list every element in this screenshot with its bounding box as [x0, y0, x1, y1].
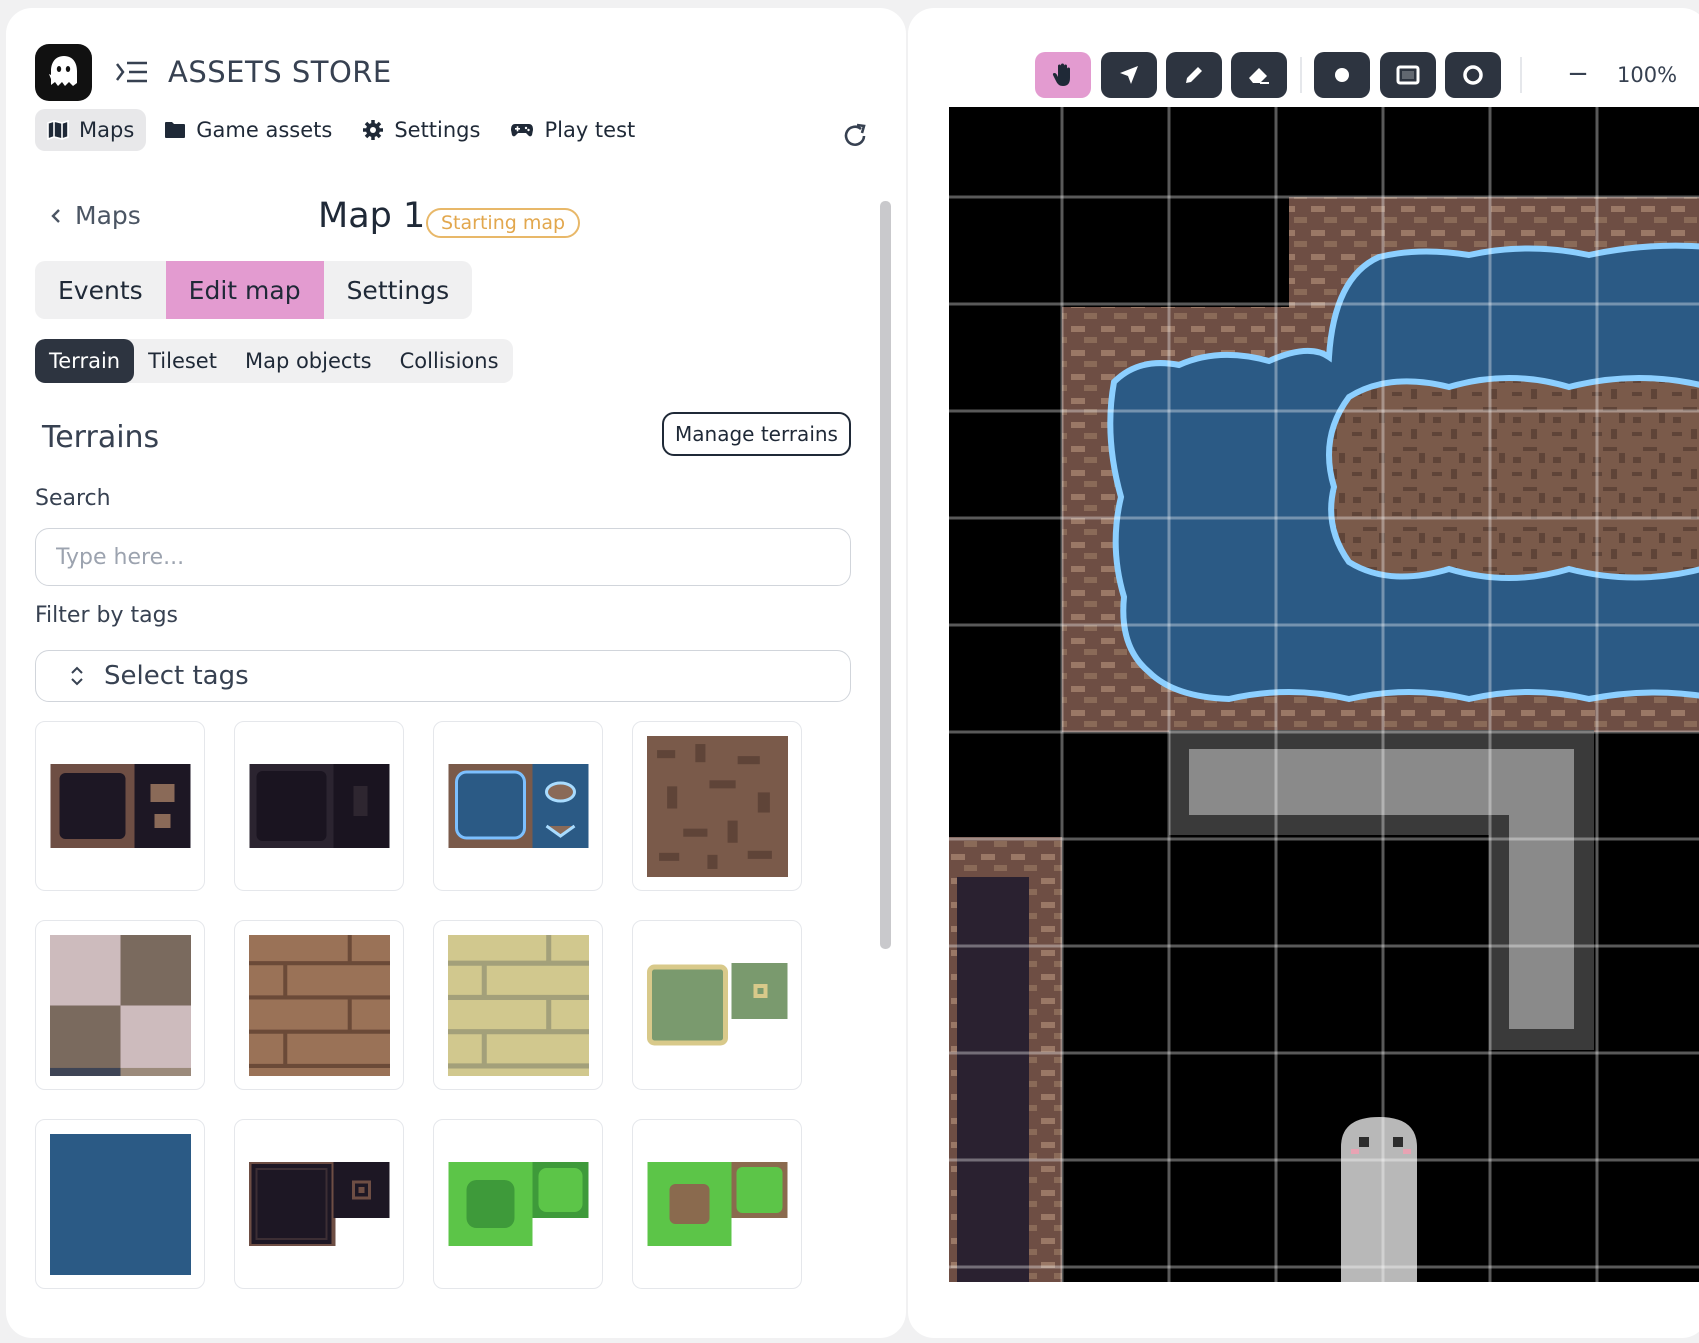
eraser-icon — [1249, 68, 1269, 84]
terrain-tile[interactable] — [35, 920, 205, 1090]
scrollbar-thumb[interactable] — [880, 201, 891, 949]
map-editor-panel: − 100% — [908, 8, 1699, 1338]
pencil-tool-button[interactable] — [1166, 52, 1222, 98]
chevron-left-icon — [51, 208, 60, 223]
ghost-character-icon — [1341, 1117, 1417, 1282]
pencil-icon — [1186, 67, 1202, 83]
nav-settings[interactable]: Settings — [350, 109, 492, 151]
tags-select-placeholder: Select tags — [104, 661, 249, 691]
main-tabs: Events Edit map Settings — [35, 261, 473, 319]
select-tool-button[interactable] — [1101, 52, 1157, 98]
refresh-icon[interactable] — [840, 121, 870, 151]
back-to-maps-link[interactable]: Maps — [51, 201, 141, 230]
grass-platform-terrain-icon — [646, 963, 787, 1046]
terrain-tile[interactable] — [632, 721, 802, 891]
app-title: ASSETS STORE — [168, 55, 392, 89]
map-title: Map 1 — [318, 196, 426, 236]
rectangle-icon — [1396, 65, 1420, 85]
search-input[interactable] — [35, 528, 851, 586]
editor-toolbar: − 100% — [908, 43, 1699, 101]
dot-icon — [1335, 68, 1349, 82]
ellipse-tool-button[interactable] — [1445, 52, 1501, 98]
toolbar-divider — [1300, 57, 1302, 93]
nav-settings-label: Settings — [394, 118, 481, 142]
zoom-out-button[interactable]: − — [1563, 56, 1593, 92]
yellow-bricks-terrain-icon — [447, 934, 589, 1076]
terrain-tile[interactable] — [433, 920, 603, 1090]
pan-tool-button[interactable] — [1035, 52, 1091, 98]
filter-tags-label: Filter by tags — [35, 603, 178, 628]
brown-bricks-terrain-icon — [248, 934, 390, 1076]
menu-toggle-icon[interactable] — [114, 58, 150, 86]
terrain-tile[interactable] — [234, 1119, 404, 1289]
terrain-tile[interactable] — [234, 721, 404, 891]
toolbar-divider — [1520, 57, 1522, 93]
tab-collisions[interactable]: Collisions — [386, 339, 513, 383]
gear-icon — [363, 120, 384, 140]
nav-maps-label: Maps — [79, 118, 135, 142]
nav-play-test[interactable]: Play test — [498, 109, 647, 151]
terrain-tile[interactable] — [433, 721, 603, 891]
tags-select[interactable]: Select tags — [35, 650, 851, 702]
gamepad-icon — [511, 124, 534, 137]
circle-icon — [1463, 65, 1483, 85]
terrain-tile[interactable] — [35, 721, 205, 891]
tab-tileset[interactable]: Tileset — [134, 339, 231, 383]
nav-maps[interactable]: Maps — [35, 109, 147, 151]
map-canvas[interactable] — [949, 107, 1699, 1282]
folder-icon — [165, 122, 186, 138]
hand-icon — [1052, 63, 1070, 86]
left-panel: ASSETS STORE Maps Game assets Settings P… — [6, 8, 906, 1338]
map-icon — [47, 120, 69, 140]
terrain-grid — [35, 721, 802, 1289]
sub-tabs: Terrain Tileset Map objects Collisions — [35, 339, 513, 383]
terrain-tile[interactable] — [632, 920, 802, 1090]
grass-dirt-patch-terrain-icon — [647, 1162, 787, 1246]
terrain-tile[interactable] — [234, 920, 404, 1090]
cave-pit-terrain-icon — [50, 764, 190, 848]
dark-frame-terrain-icon — [248, 1162, 389, 1246]
ghost-logo-icon[interactable] — [35, 43, 92, 101]
top-navigation: Maps Game assets Settings Play test — [35, 109, 647, 151]
nav-game-assets-label: Game assets — [196, 118, 333, 142]
arrow-icon — [1120, 66, 1138, 84]
tab-terrain[interactable]: Terrain — [35, 339, 135, 383]
nav-play-test-label: Play test — [544, 118, 636, 142]
water-pond-terrain-icon — [448, 764, 588, 848]
app-header: ASSETS STORE — [35, 39, 392, 105]
checker-stone-terrain-icon — [49, 934, 191, 1076]
tab-map-objects[interactable]: Map objects — [231, 339, 386, 383]
map-render — [949, 107, 1699, 1282]
tab-events[interactable]: Events — [35, 261, 166, 319]
eraser-tool-button[interactable] — [1231, 52, 1287, 98]
tab-settings[interactable]: Settings — [324, 261, 473, 319]
tab-edit-map[interactable]: Edit map — [165, 261, 324, 319]
search-label: Search — [35, 486, 111, 511]
point-tool-button[interactable] — [1314, 52, 1370, 98]
terrain-tile[interactable] — [433, 1119, 603, 1289]
dark-pit-terrain-icon — [249, 764, 389, 848]
deep-water-terrain-icon — [49, 1133, 191, 1275]
rectangle-tool-button[interactable] — [1380, 52, 1436, 98]
terrain-tile[interactable] — [35, 1119, 205, 1289]
chevron-up-down-icon — [71, 666, 83, 686]
terrain-tile[interactable] — [632, 1119, 802, 1289]
nav-game-assets[interactable]: Game assets — [152, 109, 344, 151]
zoom-level: 100% — [1617, 63, 1678, 87]
terrains-heading: Terrains — [42, 420, 160, 455]
back-link-label: Maps — [75, 201, 141, 230]
grass-bush-terrain-icon — [448, 1162, 588, 1246]
dirt-terrain-icon — [646, 735, 788, 877]
starting-map-badge: Starting map — [426, 208, 581, 238]
manage-terrains-button[interactable]: Manage terrains — [662, 412, 851, 456]
